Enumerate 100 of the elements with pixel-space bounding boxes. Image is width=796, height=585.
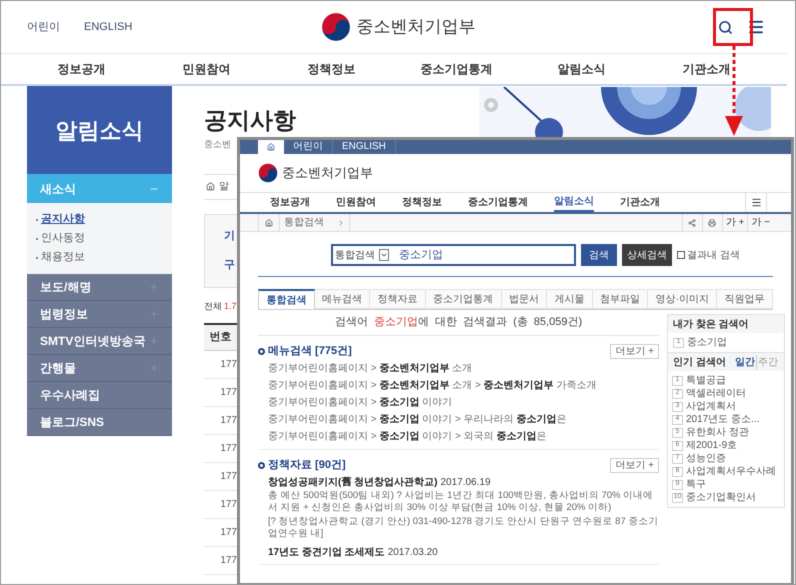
- menu-icon[interactable]: [747, 18, 765, 36]
- checkbox[interactable]: [677, 251, 686, 259]
- keyword-link[interactable]: 액셀러레이터: [686, 386, 746, 401]
- sidebar-item-label: 보도/해명: [40, 279, 92, 296]
- search-button[interactable]: 검색: [581, 244, 618, 266]
- keyword-link[interactable]: 특구: [686, 477, 706, 492]
- nav-item[interactable]: 기관소개: [620, 193, 660, 212]
- section-title: 메뉴검색 [775건]: [268, 344, 352, 359]
- table-cell-text: 177: [220, 386, 237, 400]
- nav-item[interactable]: 민원참여: [144, 54, 269, 84]
- keyword-link[interactable]: 중소기업확인서: [686, 490, 756, 505]
- result-tab[interactable]: 중소기업통계: [426, 289, 502, 309]
- result-title[interactable]: 17년도 중견기업 조세제도: [268, 546, 385, 560]
- ring-icon: [258, 348, 265, 354]
- result-tab[interactable]: 법문서: [502, 289, 548, 309]
- share-icon: [688, 218, 696, 226]
- period-tab[interactable]: 일간: [734, 354, 756, 370]
- keyword-link[interactable]: 유한회사 정관: [686, 425, 749, 440]
- total-count: 1.7: [224, 300, 237, 312]
- more-button[interactable]: 더보기 +: [610, 344, 659, 358]
- sidebar-item[interactable]: 간행물: [27, 355, 172, 382]
- table-cell-text: 177: [220, 498, 237, 512]
- result-tab[interactable]: 메뉴검색: [314, 289, 370, 309]
- nav-item[interactable]: 중소기업통계: [468, 193, 528, 212]
- search-icon[interactable]: [718, 20, 733, 34]
- home-icon[interactable]: [265, 218, 273, 226]
- expand-icon: [149, 336, 159, 346]
- page-subtitle: 중소벤: [204, 138, 232, 151]
- result-tab[interactable]: 첨부파일: [592, 289, 648, 309]
- table-cell-text: 177: [220, 442, 237, 456]
- result-title[interactable]: 창업성공패키지(舊 청년창업사관학교): [268, 476, 438, 490]
- expand-icon: [149, 282, 159, 292]
- more-button[interactable]: 더보기 +: [610, 458, 659, 472]
- breadcrumb-link[interactable]: 통합검색: [284, 215, 324, 230]
- submenu-item[interactable]: 채용정보: [41, 249, 85, 266]
- nav-item[interactable]: 정책정보: [402, 193, 442, 212]
- total-label: 전체: [204, 300, 222, 312]
- sidebar-item[interactable]: 우수사례집: [27, 382, 172, 409]
- keyword-link[interactable]: 사업계획서우수사례: [686, 464, 776, 479]
- logo-text[interactable]: 중소벤처기업부: [356, 14, 476, 40]
- nav-item[interactable]: 기관소개: [644, 54, 769, 84]
- submenu-item[interactable]: 인사동정: [41, 230, 85, 247]
- font-size-button[interactable]: 가 +: [722, 214, 748, 231]
- expand-icon: [149, 309, 159, 319]
- top-link[interactable]: 어린이: [27, 18, 60, 36]
- keyword-link[interactable]: 특별공급: [686, 373, 726, 388]
- nav-item[interactable]: 중소기업통계: [394, 54, 519, 84]
- nav-item[interactable]: 정보공개: [270, 193, 310, 212]
- nav-item[interactable]: 알림소식: [519, 54, 644, 84]
- breadcrumb-link[interactable]: 알: [219, 179, 229, 194]
- keyword-link[interactable]: 2017년도 중소...: [686, 412, 760, 427]
- sidebar-item-label: SMTV인터넷방송국: [40, 333, 146, 350]
- result-tab[interactable]: 정책자료: [370, 289, 426, 309]
- keyword-link[interactable]: 사업계획서: [686, 399, 736, 414]
- panel-header: 내가 찾은 검색어: [668, 315, 784, 333]
- table-cell-text: 177: [220, 414, 237, 428]
- submenu-item[interactable]: 공지사항: [41, 211, 85, 228]
- logo-text[interactable]: 중소벤처기업부: [282, 163, 373, 183]
- result-link[interactable]: 중기부어린이홈페이지 > 중소벤처기업부 소개 > 중소벤처기업부 가족소개: [258, 377, 659, 394]
- advanced-search-button[interactable]: 상세검색: [622, 244, 672, 266]
- notice-text: 기: [224, 229, 235, 244]
- nav-item[interactable]: 정보공개: [19, 54, 144, 84]
- emblem-icon: [320, 12, 350, 42]
- result-link[interactable]: 중기부어린이홈페이지 > 중소벤처기업부 소개: [258, 360, 659, 377]
- sidebar-item[interactable]: 블로그/SNS: [27, 409, 172, 436]
- nav-item[interactable]: 알림소식: [554, 193, 594, 212]
- result-tab[interactable]: 게시물: [547, 289, 593, 309]
- result-summary: 검색어 중소기업에 대한 검색결과 (총 85,059건): [258, 310, 659, 336]
- result-description: 총 예산 500억원(500팀 내외) ? 사업비는 1년간 최대 100백만원, 총사업비의 70% 이내에서 지원 + 신청인은 총사업비의 30% 이상 부담(현금 10% 이상, 현물 20% 이하): [268, 490, 654, 514]
- sidebar-item[interactable]: 법령정보: [27, 301, 172, 328]
- emblem-icon: [258, 163, 278, 183]
- sidebar-item-label: 간행물: [40, 360, 76, 377]
- result-link[interactable]: 중기부어린이홈페이지 > 중소기업 이야기 > 외국의 중소기업은: [258, 428, 659, 445]
- font-size-button[interactable]: 가 −: [747, 214, 773, 231]
- expand-icon: [149, 363, 159, 373]
- keyword-link[interactable]: 중소기업: [687, 335, 727, 350]
- top-link[interactable]: ENGLISH: [84, 18, 132, 36]
- result-address: [? 청년창업사관학교 (경기 안산) 031-490-1278 경기도 안산시 단원구 연수원로 87 중소기업연수원 내]: [268, 516, 659, 540]
- result-tab[interactable]: 통합검색: [258, 289, 315, 309]
- result-link[interactable]: 중기부어린이홈페이지 > 중소기업 이야기: [258, 394, 659, 411]
- keyword-link[interactable]: 성능인증: [686, 451, 726, 466]
- table-cell-text: 177: [220, 358, 237, 372]
- page-title: 공지사항: [204, 106, 296, 134]
- result-tab[interactable]: 직원업무: [717, 289, 773, 309]
- menu-button[interactable]: [745, 193, 767, 212]
- home-icon[interactable]: [206, 182, 215, 191]
- sidebar-item-label: 법령정보: [40, 306, 88, 323]
- table-cell-text: 177: [220, 526, 237, 540]
- result-tab[interactable]: 영상·이미지: [648, 289, 718, 309]
- result-link[interactable]: 중기부어린이홈페이지 > 중소기업 이야기 > 우리나라의 중소기업은: [258, 411, 659, 428]
- print-icon: [708, 218, 716, 226]
- column-header: 번호: [204, 325, 237, 351]
- home-tab[interactable]: [258, 140, 284, 154]
- top-link[interactable]: 어린이: [284, 140, 333, 154]
- nav-item[interactable]: 민원참여: [336, 193, 376, 212]
- sidebar-item[interactable]: SMTV인터넷방송국: [27, 328, 172, 355]
- keyword-link[interactable]: 제2001-9호: [686, 438, 738, 453]
- nav-item[interactable]: 정책정보: [269, 54, 394, 84]
- top-link[interactable]: ENGLISH: [333, 140, 396, 154]
- sidebar-item[interactable]: 보도/해명: [27, 274, 172, 301]
